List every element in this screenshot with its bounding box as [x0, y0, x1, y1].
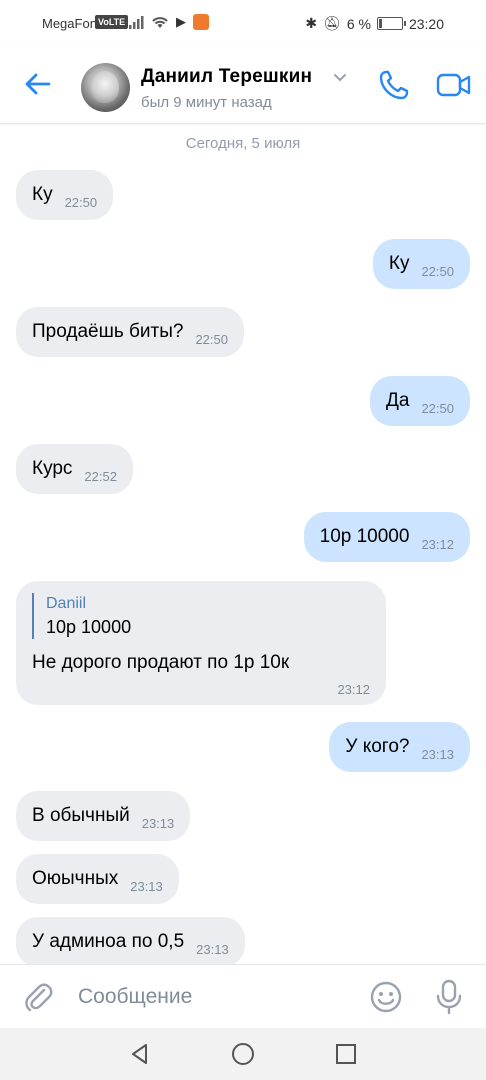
message-incoming[interactable]: Оюычных 23:13 — [16, 854, 179, 904]
notification-app-icon — [193, 14, 209, 30]
system-navigation-bar — [0, 1028, 486, 1080]
signal-icon — [129, 16, 144, 29]
message-text: Продаёшь биты? — [32, 321, 184, 342]
battery-icon — [376, 17, 406, 30]
message-text: В обычный — [32, 805, 130, 826]
message-text: Не дорого продают по 1р 10к — [32, 652, 290, 673]
message-text: У кого? — [345, 736, 410, 757]
status-bar: MegaFon VoLTE ▶ ✱ 🔕︎ 6 % 23:20 — [0, 0, 486, 46]
back-triangle-icon[interactable] — [128, 1042, 152, 1066]
date-separator: Сегодня, 5 июля — [185, 135, 301, 152]
phone-icon[interactable] — [377, 68, 411, 102]
message-composer: Сообщение — [0, 964, 486, 1028]
message-text: Оюычных — [32, 868, 119, 889]
message-outgoing[interactable]: Ку 22:50 — [372, 239, 470, 289]
battery-percent: 6 % — [346, 15, 371, 32]
message-incoming-reply[interactable]: Daniil 10р 10000 Не дорого продают по 1р… — [16, 581, 386, 705]
message-time: 22:50 — [421, 263, 454, 279]
message-incoming[interactable]: Продаёшь биты? 22:50 — [16, 307, 244, 357]
volte-badge: VoLTE — [95, 15, 129, 29]
back-arrow-icon[interactable] — [22, 68, 54, 100]
message-incoming[interactable]: В обычный 23:13 — [16, 791, 191, 841]
message-outgoing[interactable]: У кого? 23:13 — [329, 722, 470, 772]
chat-header: Даниил Терешкин был 9 минут назад — [0, 46, 486, 124]
message-time: 22:52 — [84, 468, 117, 484]
emoji-icon[interactable] — [369, 980, 403, 1014]
bluetooth-icon: ✱ — [305, 15, 318, 31]
carrier-name: MegaFon — [42, 16, 97, 31]
play-icon: ▶ — [176, 14, 186, 29]
message-time: 23:13 — [196, 941, 229, 957]
message-input[interactable]: Сообщение — [78, 985, 192, 1009]
message-time: 23:13 — [421, 746, 454, 762]
mute-icon: 🔕︎ — [323, 15, 341, 31]
last-seen-status: был 9 минут назад — [141, 94, 272, 111]
reply-quoted-text: 10р 10000 — [46, 617, 132, 637]
reply-author: Daniil — [46, 595, 87, 612]
message-time: 23:12 — [421, 536, 454, 552]
chevron-down-icon[interactable] — [333, 73, 347, 83]
message-incoming[interactable]: У админоа по 0,5 23:13 — [16, 917, 245, 964]
message-time: 23:12 — [337, 682, 370, 697]
message-time: 22:50 — [195, 331, 228, 347]
message-incoming[interactable]: Ку 22:50 — [16, 170, 114, 220]
video-camera-icon[interactable] — [436, 70, 472, 100]
message-incoming[interactable]: Курс 22:52 — [16, 444, 133, 494]
message-list[interactable]: Сегодня, 5 июля Ку 22:50 Ку 22:50 Продаё… — [0, 124, 486, 964]
clock: 23:20 — [408, 15, 444, 32]
message-text: 10р 10000 — [319, 526, 410, 547]
message-time: 23:13 — [141, 815, 175, 831]
avatar[interactable] — [81, 63, 130, 112]
message-outgoing[interactable]: Да 22:50 — [370, 376, 470, 426]
paperclip-icon[interactable] — [22, 981, 54, 1013]
message-time: 22:50 — [64, 194, 98, 210]
message-text: Да — [386, 390, 410, 411]
message-text: Курс — [32, 458, 73, 479]
wifi-icon — [152, 17, 168, 28]
status-right: ✱ 🔕︎ 6 % 23:20 — [305, 15, 444, 32]
contact-name[interactable]: Даниил Терешкин — [141, 66, 312, 88]
microphone-icon[interactable] — [435, 979, 463, 1015]
message-time: 22:50 — [421, 400, 454, 416]
recents-square-icon[interactable] — [334, 1042, 358, 1066]
home-circle-icon[interactable] — [231, 1042, 255, 1066]
message-outgoing[interactable]: 10р 10000 23:12 — [303, 512, 470, 562]
message-time: 23:13 — [130, 878, 163, 894]
message-text: У админоа по 0,5 — [32, 931, 185, 952]
message-text: Ку — [32, 184, 53, 205]
message-text: Ку — [388, 253, 410, 274]
reply-quote[interactable]: Daniil 10р 10000 — [32, 593, 370, 639]
